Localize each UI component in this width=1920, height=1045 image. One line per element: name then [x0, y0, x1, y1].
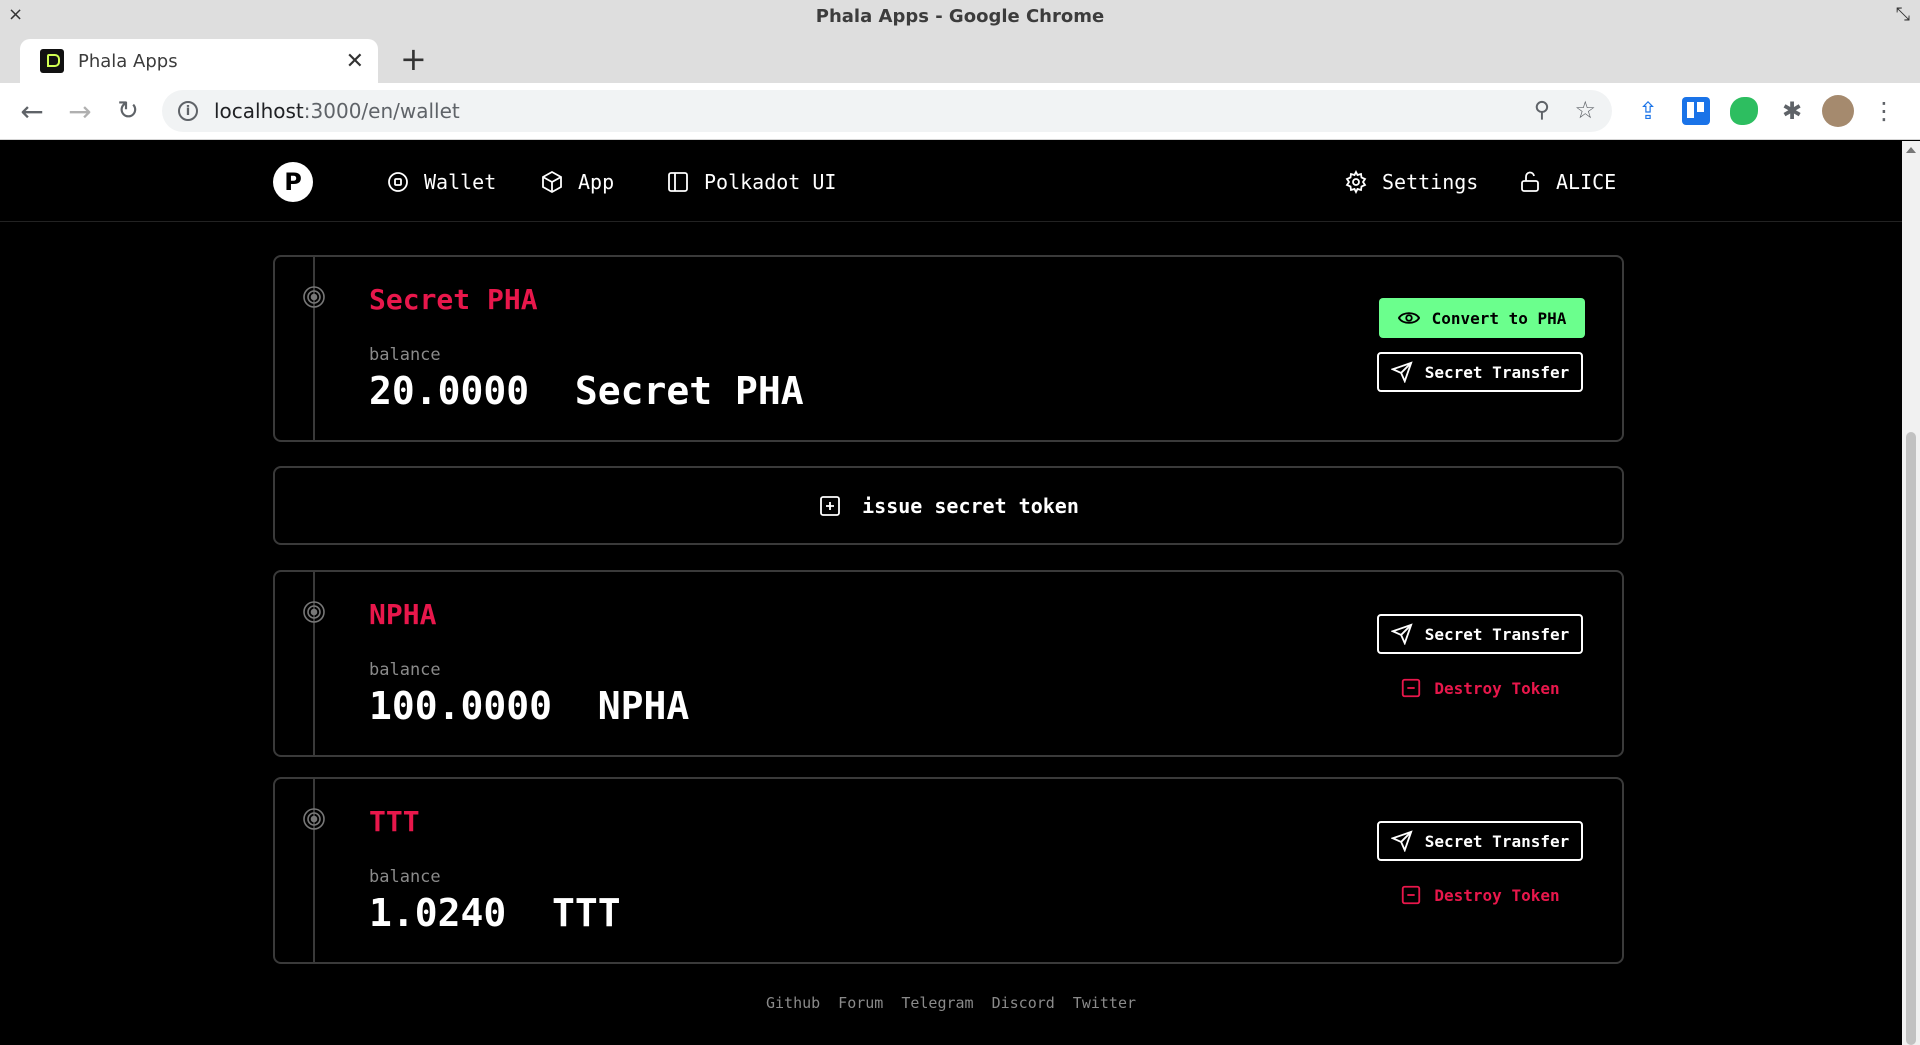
url-path: :3000/en/wallet: [303, 99, 460, 123]
balance-label: balance: [369, 660, 441, 680]
issue-secret-token-button[interactable]: issue secret token: [273, 466, 1624, 545]
page-scrollbar[interactable]: [1902, 141, 1920, 1045]
sidebar-icon: [668, 172, 688, 192]
window-title: Phala Apps - Google Chrome: [815, 6, 1105, 27]
token-name: TTT: [369, 805, 420, 838]
eye-icon: [1397, 312, 1420, 324]
footer-links: Github Forum Telegram Discord Twitter: [0, 994, 1902, 1012]
reload-icon[interactable]: ↻: [112, 95, 144, 127]
phala-logo[interactable]: P: [273, 162, 313, 202]
destroy-token-label: Destroy Token: [1434, 678, 1560, 698]
send-icon: [1390, 830, 1413, 852]
destroy-token-label: Destroy Token: [1434, 885, 1560, 905]
secret-transfer-label: Secret Transfer: [1424, 831, 1570, 851]
secret-transfer-button[interactable]: Secret Transfer: [1377, 352, 1583, 392]
secret-transfer-label: Secret Transfer: [1424, 624, 1570, 644]
destroy-token-button[interactable]: Destroy Token: [1377, 875, 1583, 915]
site-info-icon[interactable]: i: [178, 101, 198, 121]
page-viewport: P Wallet App Polkadot UI Settings ALICE …: [0, 141, 1902, 1045]
nav-settings-label: Settings: [1382, 170, 1479, 194]
send-icon: [1390, 361, 1413, 383]
window-close-icon[interactable]: ×: [8, 4, 23, 25]
unlock-icon: [1521, 171, 1539, 192]
url-host: localhost: [214, 99, 304, 123]
secret-transfer-label: Secret Transfer: [1424, 362, 1570, 382]
nav-app-label: App: [578, 170, 615, 194]
minus-square-icon: [1402, 885, 1421, 905]
app-navbar: P Wallet App Polkadot UI Settings ALICE: [0, 141, 1902, 222]
plus-square-icon: [820, 495, 841, 516]
minus-square-icon: [1402, 678, 1421, 698]
nav-app[interactable]: App: [540, 165, 614, 199]
wallet-icon: [388, 172, 408, 192]
window-titlebar: × Phala Apps - Google Chrome ⤡: [0, 0, 1920, 33]
forward-icon[interactable]: →: [64, 95, 96, 128]
nav-account[interactable]: ALICE: [1518, 165, 1616, 199]
account-name: ALICE: [1556, 170, 1617, 194]
scrollbar-thumb[interactable]: [1906, 432, 1916, 1045]
balance-value: 100.0000 NPHA: [369, 684, 690, 728]
tab-title: Phala Apps: [78, 50, 178, 72]
convert-to-pha-label: Convert to PHA: [1431, 308, 1567, 328]
balance-label: balance: [369, 345, 441, 365]
window-resize-icon[interactable]: ⤡: [1896, 4, 1910, 25]
nav-wallet[interactable]: Wallet: [386, 165, 496, 199]
browser-toolbar: ← → ↻ i localhost:3000/en/wallet ⚲ ☆ ⇪ ✱…: [0, 83, 1920, 140]
zoom-icon[interactable]: ⚲: [1534, 98, 1550, 123]
back-icon[interactable]: ←: [16, 95, 48, 128]
token-card-npha: NPHA balance 100.0000 NPHA Secret Transf…: [273, 570, 1624, 757]
address-bar[interactable]: i localhost:3000/en/wallet ⚲ ☆: [162, 90, 1612, 132]
tab-strip: Phala Apps ✕ +: [0, 33, 1920, 83]
send-icon: [1390, 623, 1413, 645]
profile-avatar[interactable]: [1822, 95, 1854, 127]
footer-link-telegram[interactable]: Telegram: [901, 994, 973, 1012]
footer-link-discord[interactable]: Discord: [992, 994, 1055, 1012]
nav-settings[interactable]: Settings: [1344, 165, 1478, 199]
tab-close-icon[interactable]: ✕: [346, 49, 364, 74]
issue-secret-token-label: issue secret token: [862, 493, 1079, 518]
footer-link-twitter[interactable]: Twitter: [1073, 994, 1136, 1012]
token-card-secret-pha: Secret PHA balance 20.0000 Secret PHA Co…: [273, 255, 1624, 442]
phala-favicon-icon: [40, 49, 64, 73]
nav-polkadot-ui[interactable]: Polkadot UI: [666, 165, 836, 199]
scroll-up-arrow-icon[interactable]: [1906, 147, 1916, 153]
chrome-menu-icon[interactable]: ⋮: [1872, 97, 1896, 125]
token-card-ttt: TTT balance 1.0240 TTT Secret Transfer D…: [273, 777, 1624, 964]
balance-value: 20.0000 Secret PHA: [369, 369, 804, 413]
token-name: NPHA: [369, 598, 437, 631]
secret-transfer-button[interactable]: Secret Transfer: [1377, 614, 1583, 654]
extensions-puzzle-icon[interactable]: ✱: [1778, 97, 1806, 125]
nav-polkadot-ui-label: Polkadot UI: [704, 170, 837, 194]
target-icon: [303, 286, 325, 308]
evernote-extension-icon[interactable]: [1730, 97, 1758, 125]
bookmark-star-icon[interactable]: ☆: [1574, 96, 1596, 124]
new-tab-icon[interactable]: +: [400, 41, 427, 77]
gear-icon: [1345, 170, 1367, 194]
cube-icon: [542, 170, 562, 194]
token-name: Secret PHA: [369, 283, 538, 316]
convert-to-pha-button[interactable]: Convert to PHA: [1379, 298, 1585, 338]
target-icon: [303, 808, 325, 830]
share-extension-icon[interactable]: ⇪: [1634, 97, 1662, 125]
destroy-token-button[interactable]: Destroy Token: [1377, 668, 1583, 708]
browser-tab[interactable]: Phala Apps ✕: [20, 39, 378, 83]
balance-label: balance: [369, 867, 441, 887]
balance-value: 1.0240 TTT: [369, 891, 621, 935]
nav-wallet-label: Wallet: [424, 170, 497, 194]
footer-link-forum[interactable]: Forum: [838, 994, 883, 1012]
footer-link-github[interactable]: Github: [766, 994, 820, 1012]
trello-extension-icon[interactable]: [1682, 97, 1710, 125]
target-icon: [303, 601, 325, 623]
secret-transfer-button[interactable]: Secret Transfer: [1377, 821, 1583, 861]
